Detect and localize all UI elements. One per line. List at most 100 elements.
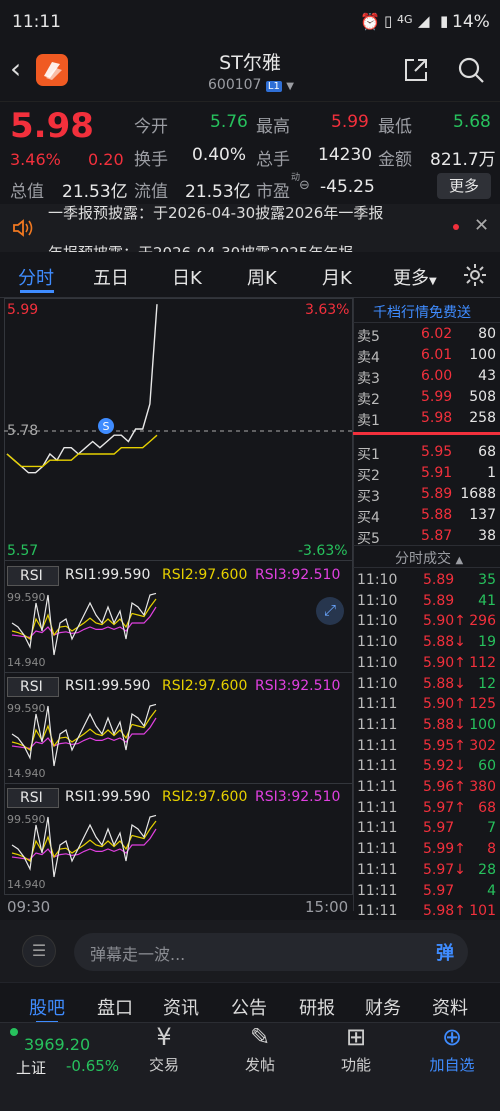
close-icon[interactable]: ✕ <box>474 215 489 236</box>
expand-icon[interactable]: ⤢ <box>316 597 344 625</box>
grid-icon: ⊞ <box>345 1023 367 1051</box>
bottom-action[interactable]: ⊕ 加自选 <box>412 1022 492 1075</box>
battery-icon: ▮ <box>440 12 449 30</box>
rsi1-value: RSI1:99.590 <box>65 567 151 583</box>
tick-volume: 35 <box>478 572 496 588</box>
level-price: 5.89 <box>421 486 453 502</box>
tick-time: 11:11 <box>357 696 398 713</box>
tick-time: 11:11 <box>357 820 398 837</box>
more-button[interactable]: 更多 <box>437 173 491 199</box>
signal-icon: ◢ <box>418 12 430 30</box>
price-chart[interactable]: S <box>4 298 353 560</box>
turnover-label: 换手 <box>134 150 168 170</box>
chevron-down-icon[interactable]: ▼ <box>286 81 294 92</box>
nav-tab[interactable]: 公告 <box>231 994 267 1020</box>
ticks-title[interactable]: 分时成交 ▲ <box>395 548 463 568</box>
nav-tab[interactable]: 资料 <box>432 994 468 1020</box>
rsi-selector[interactable]: RSI <box>7 788 59 808</box>
bid-row[interactable]: 买3 5.89 1688 <box>355 486 500 507</box>
bid-row[interactable]: 买4 5.88 137 <box>355 507 500 528</box>
tab-intraday[interactable]: 分时 <box>18 264 54 290</box>
rsi-chart <box>11 703 157 767</box>
ask-row[interactable]: 卖3 6.00 43 <box>355 368 500 389</box>
tick-row: 11:11 5.97 4 <box>355 883 500 904</box>
tab-more-label: 更多 <box>393 268 429 289</box>
bottom-action[interactable]: ⊞ 功能 <box>316 1022 396 1075</box>
mcap-value: 21.53亿 <box>62 182 128 202</box>
nav-tab[interactable]: 资讯 <box>163 994 199 1020</box>
danmu-send-button[interactable]: 弹 <box>436 939 454 965</box>
bottom-action[interactable]: ✎ 发帖 <box>220 1022 300 1075</box>
notice-dot <box>453 224 459 230</box>
settings-icon[interactable] <box>462 262 488 288</box>
rsi-separator <box>4 783 353 784</box>
level-volume: 258 <box>469 410 496 426</box>
index-value[interactable]: 3969.20 <box>24 1035 90 1054</box>
level-label: 买1 <box>357 447 380 463</box>
tab-five-day[interactable]: 五日 <box>93 264 129 290</box>
time-start: 09:30 <box>7 898 51 916</box>
level-label: 买4 <box>357 510 380 526</box>
time-end: 15:00 <box>305 898 349 916</box>
bottom-action-label: 交易 <box>148 1056 179 1074</box>
high-value: 5.99 <box>331 112 369 132</box>
rsi3-value: RSI3:92.510 <box>255 789 341 805</box>
ask-row[interactable]: 卖4 6.01 100 <box>355 347 500 368</box>
rsi2-value: RSI2:97.600 <box>162 567 248 583</box>
tick-volume: 100 <box>469 716 496 733</box>
tick-time: 11:10 <box>357 654 398 671</box>
danmu-input[interactable]: 弹幕走一波... 弹 <box>74 933 468 971</box>
tab-more[interactable]: 更多▼ <box>393 264 437 290</box>
ask-row[interactable]: 卖1 5.98 258 <box>355 410 500 431</box>
level-volume: 137 <box>469 507 496 523</box>
rsi2-value: RSI2:97.600 <box>162 789 248 805</box>
rsi-line <box>11 592 157 656</box>
ask-row[interactable]: 卖5 6.02 80 <box>355 326 500 347</box>
tick-row: 11:11 5.92↓ 60 <box>355 758 500 779</box>
tick-row: 11:10 5.89 41 <box>355 593 500 614</box>
level-label: 卖3 <box>357 371 380 387</box>
rsi-line <box>11 703 157 767</box>
app-header: ‹ ST尔雅 600107 L1 ▼ <box>0 46 500 100</box>
tick-time: 11:11 <box>357 716 398 733</box>
nav-tab[interactable]: 研报 <box>299 994 335 1020</box>
ask-row[interactable]: 卖2 5.99 508 <box>355 389 500 410</box>
tick-volume: 4 <box>487 882 496 899</box>
status-bar: 11:11 ⏰ ▯ 4G ◢ ▮ 14% <box>0 0 500 46</box>
tick-volume: 302 <box>469 737 496 754</box>
tick-volume: 41 <box>478 592 496 609</box>
tick-price: 5.88↓ <box>423 716 466 733</box>
danmu-toggle-icon[interactable]: ☰ <box>22 935 56 967</box>
index-change[interactable]: -0.65% <box>66 1057 119 1075</box>
level-volume: 80 <box>478 326 496 342</box>
bottom-action[interactable]: ¥ 交易 <box>124 1022 204 1075</box>
tab-weekly-k[interactable]: 周K <box>247 264 277 290</box>
nav-tab[interactable]: 盘口 <box>97 994 133 1020</box>
tick-row: 11:11 5.97↑ 68 <box>355 800 500 821</box>
pe-label: 市盈 <box>256 182 290 202</box>
nav-tab[interactable]: 财务 <box>365 994 401 1020</box>
change-value: 0.20 <box>88 150 124 169</box>
bid-row[interactable]: 买1 5.95 68 <box>355 444 500 465</box>
notice-line-2: 年报预披露：于2026-04-30披露2025年年报 <box>48 242 353 252</box>
caret-down-icon: ▼ <box>429 276 437 287</box>
orderbook-promo[interactable]: 千档行情免费送 <box>373 302 471 322</box>
search-icon[interactable] <box>456 55 486 85</box>
nav-tab[interactable]: 股吧 <box>29 994 65 1020</box>
bid-row[interactable]: 买2 5.91 1 <box>355 465 500 486</box>
index-name[interactable]: 上证 <box>16 1057 46 1078</box>
turnover-value: 0.40% <box>192 145 247 165</box>
info-icon[interactable]: ⊖ <box>299 178 310 193</box>
rsi-selector[interactable]: RSI <box>7 677 59 697</box>
notice-bar[interactable]: 一季报预披露：于2026-04-30披露2026年一季报 年报预披露：于2026… <box>0 204 500 252</box>
battery-level: 14% <box>452 12 490 32</box>
rsi-selector[interactable]: RSI <box>7 566 59 586</box>
volume-value: 14230 <box>318 145 373 165</box>
share-icon[interactable] <box>402 56 430 84</box>
tab-monthly-k[interactable]: 月K <box>322 264 352 290</box>
danmu-placeholder: 弹幕走一波... <box>90 945 186 964</box>
tab-daily-k[interactable]: 日K <box>172 264 202 290</box>
level-volume: 43 <box>478 368 496 384</box>
tick-price: 5.97↑ <box>423 799 466 816</box>
caret-up-icon: ▲ <box>455 555 464 566</box>
